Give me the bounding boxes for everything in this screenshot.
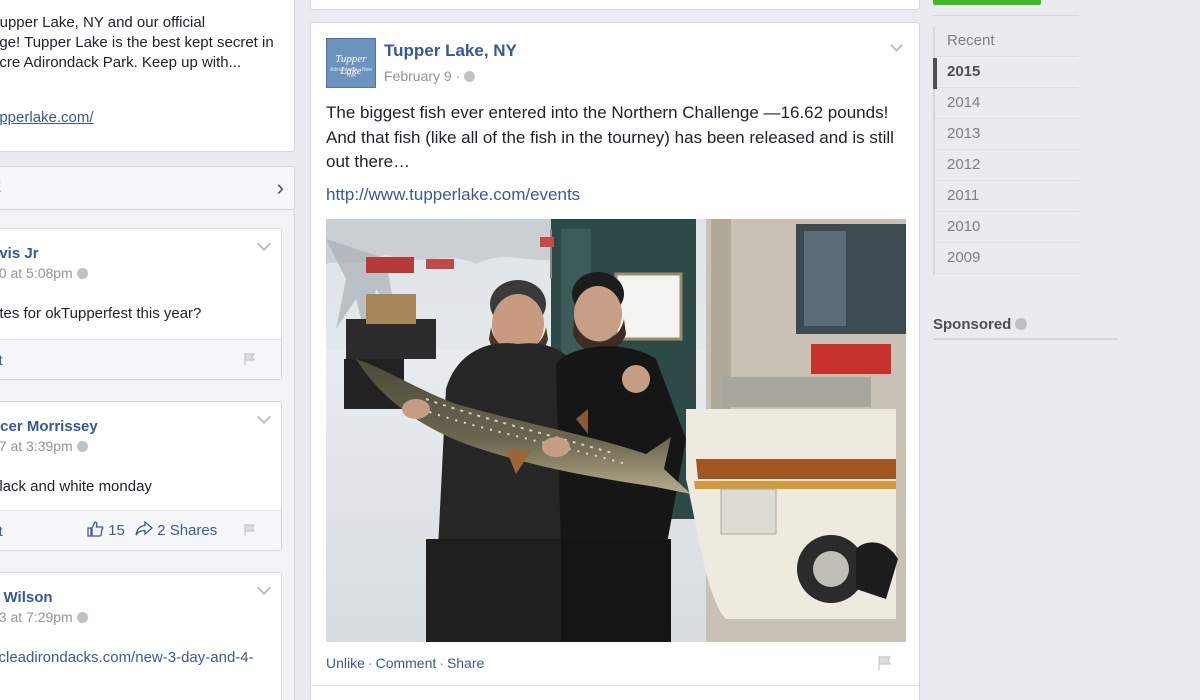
- chevron-right-icon[interactable]: ›: [277, 175, 284, 201]
- post-author[interactable]: ncer Morrissey: [0, 418, 98, 435]
- flag-icon[interactable]: [877, 655, 893, 671]
- post-footer: nt 15 2 Shares: [0, 510, 281, 550]
- section-header-label: E: [0, 179, 1, 196]
- post-link[interactable]: http://www.tupperlake.com/events: [326, 185, 580, 205]
- chevron-down-icon[interactable]: [256, 409, 272, 425]
- timeline-year-nav: Recent 2015 2014 2013 2012 2011 2010 200…: [933, 27, 1079, 275]
- post-date[interactable]: February 9 ·: [384, 68, 476, 84]
- see-more-link[interactable]: E: [0, 71, 1, 87]
- about-description: Tupper Lake, NY and our official age! Tu…: [0, 14, 274, 71]
- page-post: Tupper Lake Adirondacks · New York Tuppe…: [310, 22, 920, 700]
- year-item-2009[interactable]: 2009: [933, 244, 1079, 275]
- engagement-stats[interactable]: 15 2 Shares: [87, 520, 218, 539]
- visitor-post: e Wilson 13 at 7:29pm ycleadirondacks.co…: [0, 572, 282, 700]
- divider: [933, 338, 1118, 340]
- year-item-2011[interactable]: 2011: [933, 182, 1079, 213]
- chevron-down-icon[interactable]: [890, 39, 903, 52]
- post-photo[interactable]: [326, 219, 906, 642]
- comment-link[interactable]: nt: [0, 523, 3, 539]
- divider: [311, 685, 919, 686]
- sponsored-heading: Sponsored: [933, 316, 1028, 333]
- globe-icon: [76, 612, 88, 623]
- year-item-2014[interactable]: 2014: [933, 89, 1079, 120]
- share-arrow-icon: [135, 520, 154, 536]
- unlike-link[interactable]: Unlike: [326, 655, 365, 671]
- chevron-down-icon[interactable]: [256, 580, 272, 596]
- post-author[interactable]: avis Jr: [0, 245, 39, 262]
- year-item-2010[interactable]: 2010: [933, 213, 1079, 244]
- like-count: 15: [108, 522, 125, 539]
- share-count: 2 Shares: [157, 522, 218, 539]
- flag-icon[interactable]: [243, 523, 257, 537]
- about-card: Tupper Lake, NY and our official age! Tu…: [0, 0, 295, 152]
- like-page-button[interactable]: [933, 0, 1041, 5]
- post-text: The biggest fish ever entered into the N…: [326, 103, 894, 171]
- globe-icon: [464, 71, 476, 82]
- post-actions: Unlike · Comment · Share: [326, 655, 485, 671]
- share-link[interactable]: Share: [447, 655, 484, 671]
- post-body: ates for okTupperfest this year?: [0, 305, 202, 322]
- chevron-down-icon[interactable]: [256, 236, 272, 252]
- divider: [933, 15, 1079, 16]
- year-item-2013[interactable]: 2013: [933, 120, 1079, 151]
- thumbs-up-icon: [87, 521, 104, 537]
- year-item-recent[interactable]: Recent: [933, 27, 1079, 58]
- post-timestamp[interactable]: 27 at 3:39pm: [0, 438, 88, 454]
- avatar-logo-subtext: Adirondacks · New York: [330, 67, 372, 79]
- post-timestamp[interactable]: 10 at 5:08pm: [0, 265, 88, 281]
- website-link[interactable]: upperlake.com/: [0, 109, 94, 126]
- visitor-posts-header[interactable]: E ›: [0, 166, 295, 210]
- flag-icon[interactable]: [243, 352, 257, 366]
- comment-link[interactable]: nt: [0, 352, 3, 368]
- post-footer: nt: [0, 339, 281, 379]
- gear-icon[interactable]: [1015, 318, 1028, 330]
- post-author[interactable]: e Wilson: [0, 589, 53, 606]
- year-item-2015[interactable]: 2015: [933, 58, 1079, 89]
- fishing-photo-illustration: [326, 219, 906, 642]
- visitor-post: ncer Morrissey 27 at 3:39pm black and wh…: [0, 401, 282, 551]
- previous-post-edge: [310, 0, 920, 10]
- visitor-post: avis Jr 10 at 5:08pm ates for okTupperfe…: [0, 228, 282, 380]
- globe-icon: [76, 441, 88, 452]
- post-timestamp[interactable]: 13 at 7:29pm: [0, 609, 88, 625]
- page-avatar[interactable]: Tupper Lake Adirondacks · New York: [326, 38, 376, 88]
- post-link[interactable]: ycleadirondacks.com/new-3-day-and-4-: [0, 649, 254, 666]
- post-body: black and white monday: [0, 478, 152, 495]
- comment-link[interactable]: Comment: [376, 655, 437, 671]
- page-name-link[interactable]: Tupper Lake, NY: [384, 41, 517, 61]
- year-item-2012[interactable]: 2012: [933, 151, 1079, 182]
- globe-icon: [76, 268, 88, 279]
